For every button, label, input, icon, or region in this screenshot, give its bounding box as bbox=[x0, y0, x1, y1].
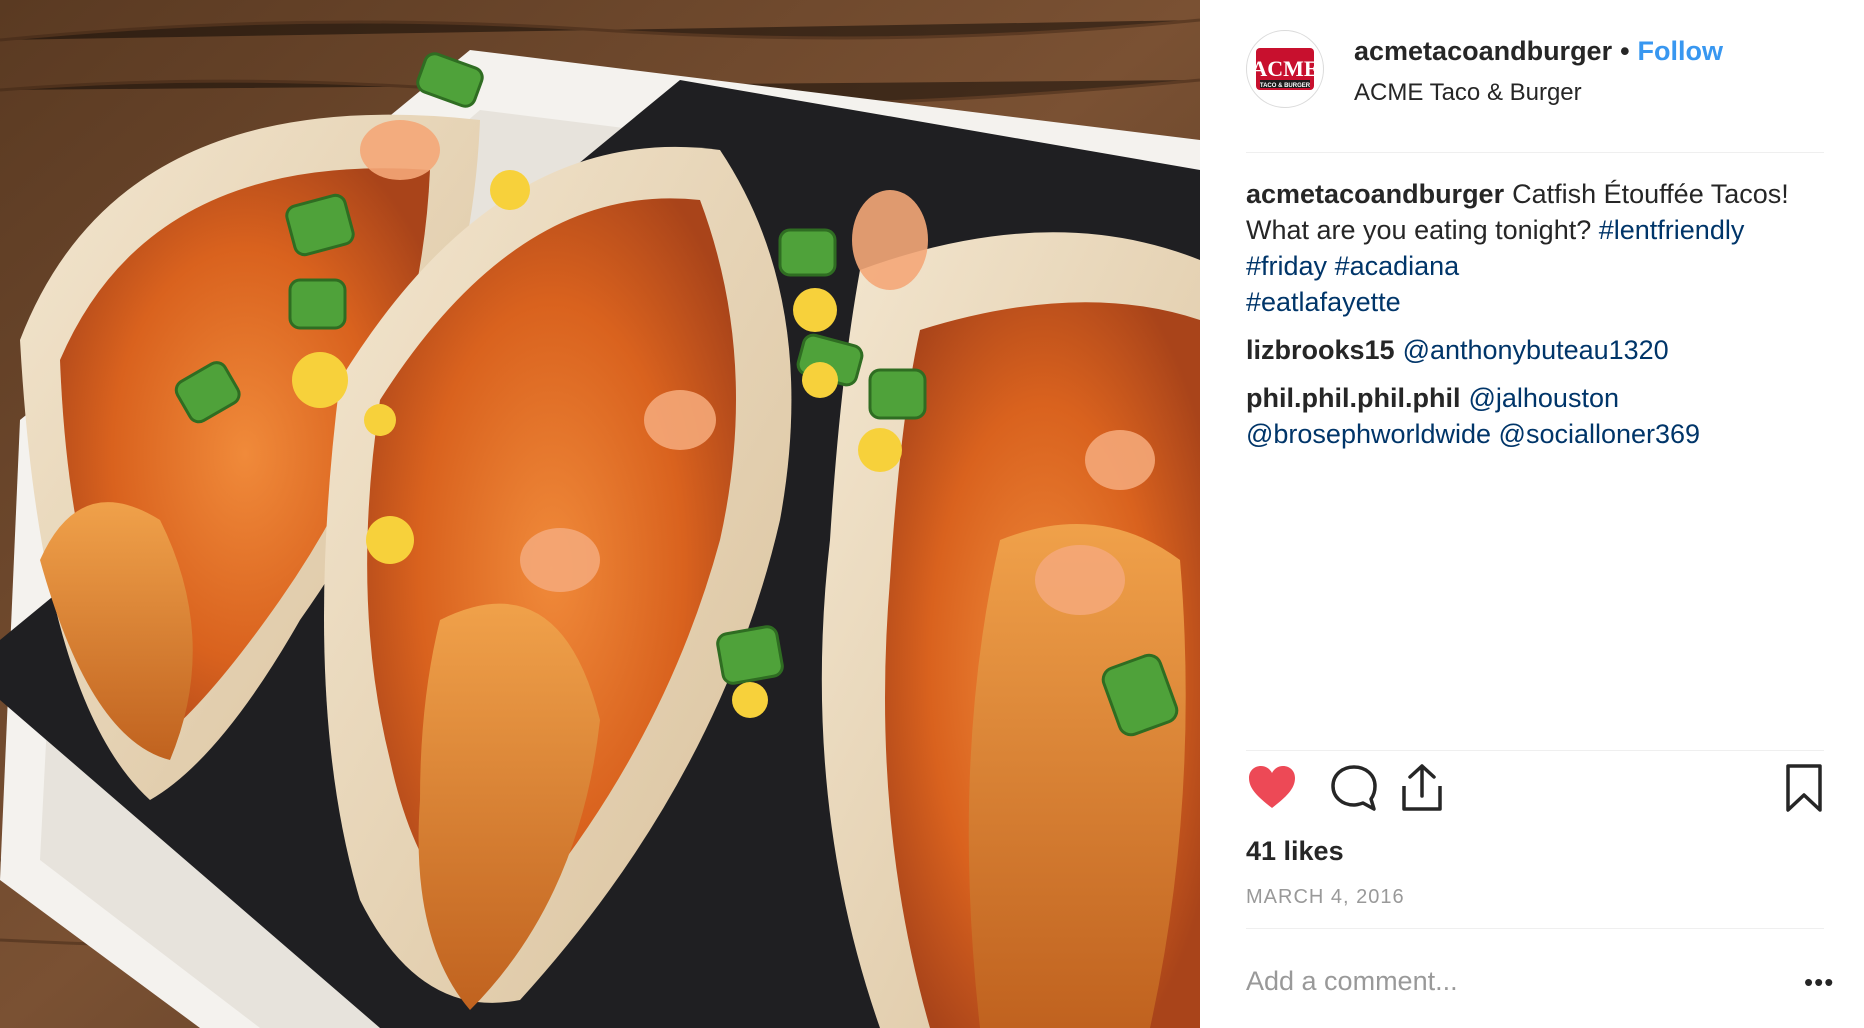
comments-list: acmetacoandburger Catfish Étouffée Tacos!… bbox=[1246, 176, 1824, 464]
comment-item: lizbrooks15 @anthonybuteau1320 bbox=[1246, 332, 1824, 368]
comment-bubble-icon bbox=[1331, 765, 1377, 811]
hashtag-link[interactable]: #eatlafayette bbox=[1246, 287, 1401, 317]
acme-logo-icon: ACME TACO & BURGER bbox=[1251, 48, 1319, 90]
location-link[interactable]: ACME Taco & Burger bbox=[1354, 79, 1723, 107]
svg-text:TACO & BURGER: TACO & BURGER bbox=[1260, 83, 1311, 89]
post-detail-panel: ACME TACO & BURGER acmetacoandburger • Fol… bbox=[1200, 0, 1864, 1028]
comment-item: phil.phil.phil.phil @jalhouston @brosephw… bbox=[1246, 380, 1824, 452]
post-photo[interactable] bbox=[0, 0, 1200, 1028]
tacos-photo bbox=[0, 0, 1200, 1028]
actions-divider bbox=[1246, 750, 1824, 751]
avatar[interactable]: ACME TACO & BURGER bbox=[1246, 30, 1324, 108]
svg-text:ACME: ACME bbox=[1251, 56, 1318, 81]
comment-username[interactable]: lizbrooks15 bbox=[1246, 335, 1395, 365]
share-button[interactable] bbox=[1398, 762, 1446, 819]
mention-link[interactable]: @socialloner369 bbox=[1499, 419, 1701, 449]
post-date: MARCH 4, 2016 bbox=[1246, 886, 1405, 908]
add-comment-input[interactable] bbox=[1246, 966, 1736, 997]
heart-filled-icon bbox=[1249, 766, 1295, 808]
follow-button[interactable]: Follow bbox=[1638, 36, 1723, 66]
like-button[interactable] bbox=[1246, 762, 1298, 817]
post-header: ACME TACO & BURGER acmetacoandburger • Fol… bbox=[1246, 30, 1824, 154]
hashtag-link[interactable]: #friday bbox=[1246, 251, 1327, 281]
comment-button[interactable] bbox=[1328, 762, 1380, 819]
bookmark-icon bbox=[1786, 764, 1822, 812]
share-upload-icon bbox=[1402, 764, 1442, 811]
caption: acmetacoandburger Catfish Étouffée Tacos!… bbox=[1246, 176, 1824, 320]
comment-divider bbox=[1246, 928, 1824, 929]
post-header-text: acmetacoandburger • Follow ACME Taco & Bur… bbox=[1354, 36, 1723, 107]
hashtag-link[interactable]: #lentfriendly bbox=[1599, 215, 1745, 245]
mention-link[interactable]: @jalhouston bbox=[1468, 383, 1619, 413]
mention-link[interactable]: @anthonybuteau1320 bbox=[1403, 335, 1669, 365]
mention-link[interactable]: @brosephworldwide bbox=[1246, 419, 1491, 449]
header-line: acmetacoandburger • Follow bbox=[1354, 36, 1723, 67]
header-divider bbox=[1246, 152, 1824, 153]
action-bar bbox=[1246, 762, 1824, 822]
likes-count[interactable]: 41 likes bbox=[1246, 836, 1344, 867]
save-button[interactable] bbox=[1784, 762, 1824, 819]
more-options-icon[interactable]: ••• bbox=[1804, 969, 1834, 995]
caption-username[interactable]: acmetacoandburger bbox=[1246, 179, 1504, 209]
comment-username[interactable]: phil.phil.phil.phil bbox=[1246, 383, 1460, 413]
account-username[interactable]: acmetacoandburger bbox=[1354, 36, 1612, 66]
hashtag-link[interactable]: #acadiana bbox=[1335, 251, 1460, 281]
separator-dot: • bbox=[1620, 36, 1630, 66]
